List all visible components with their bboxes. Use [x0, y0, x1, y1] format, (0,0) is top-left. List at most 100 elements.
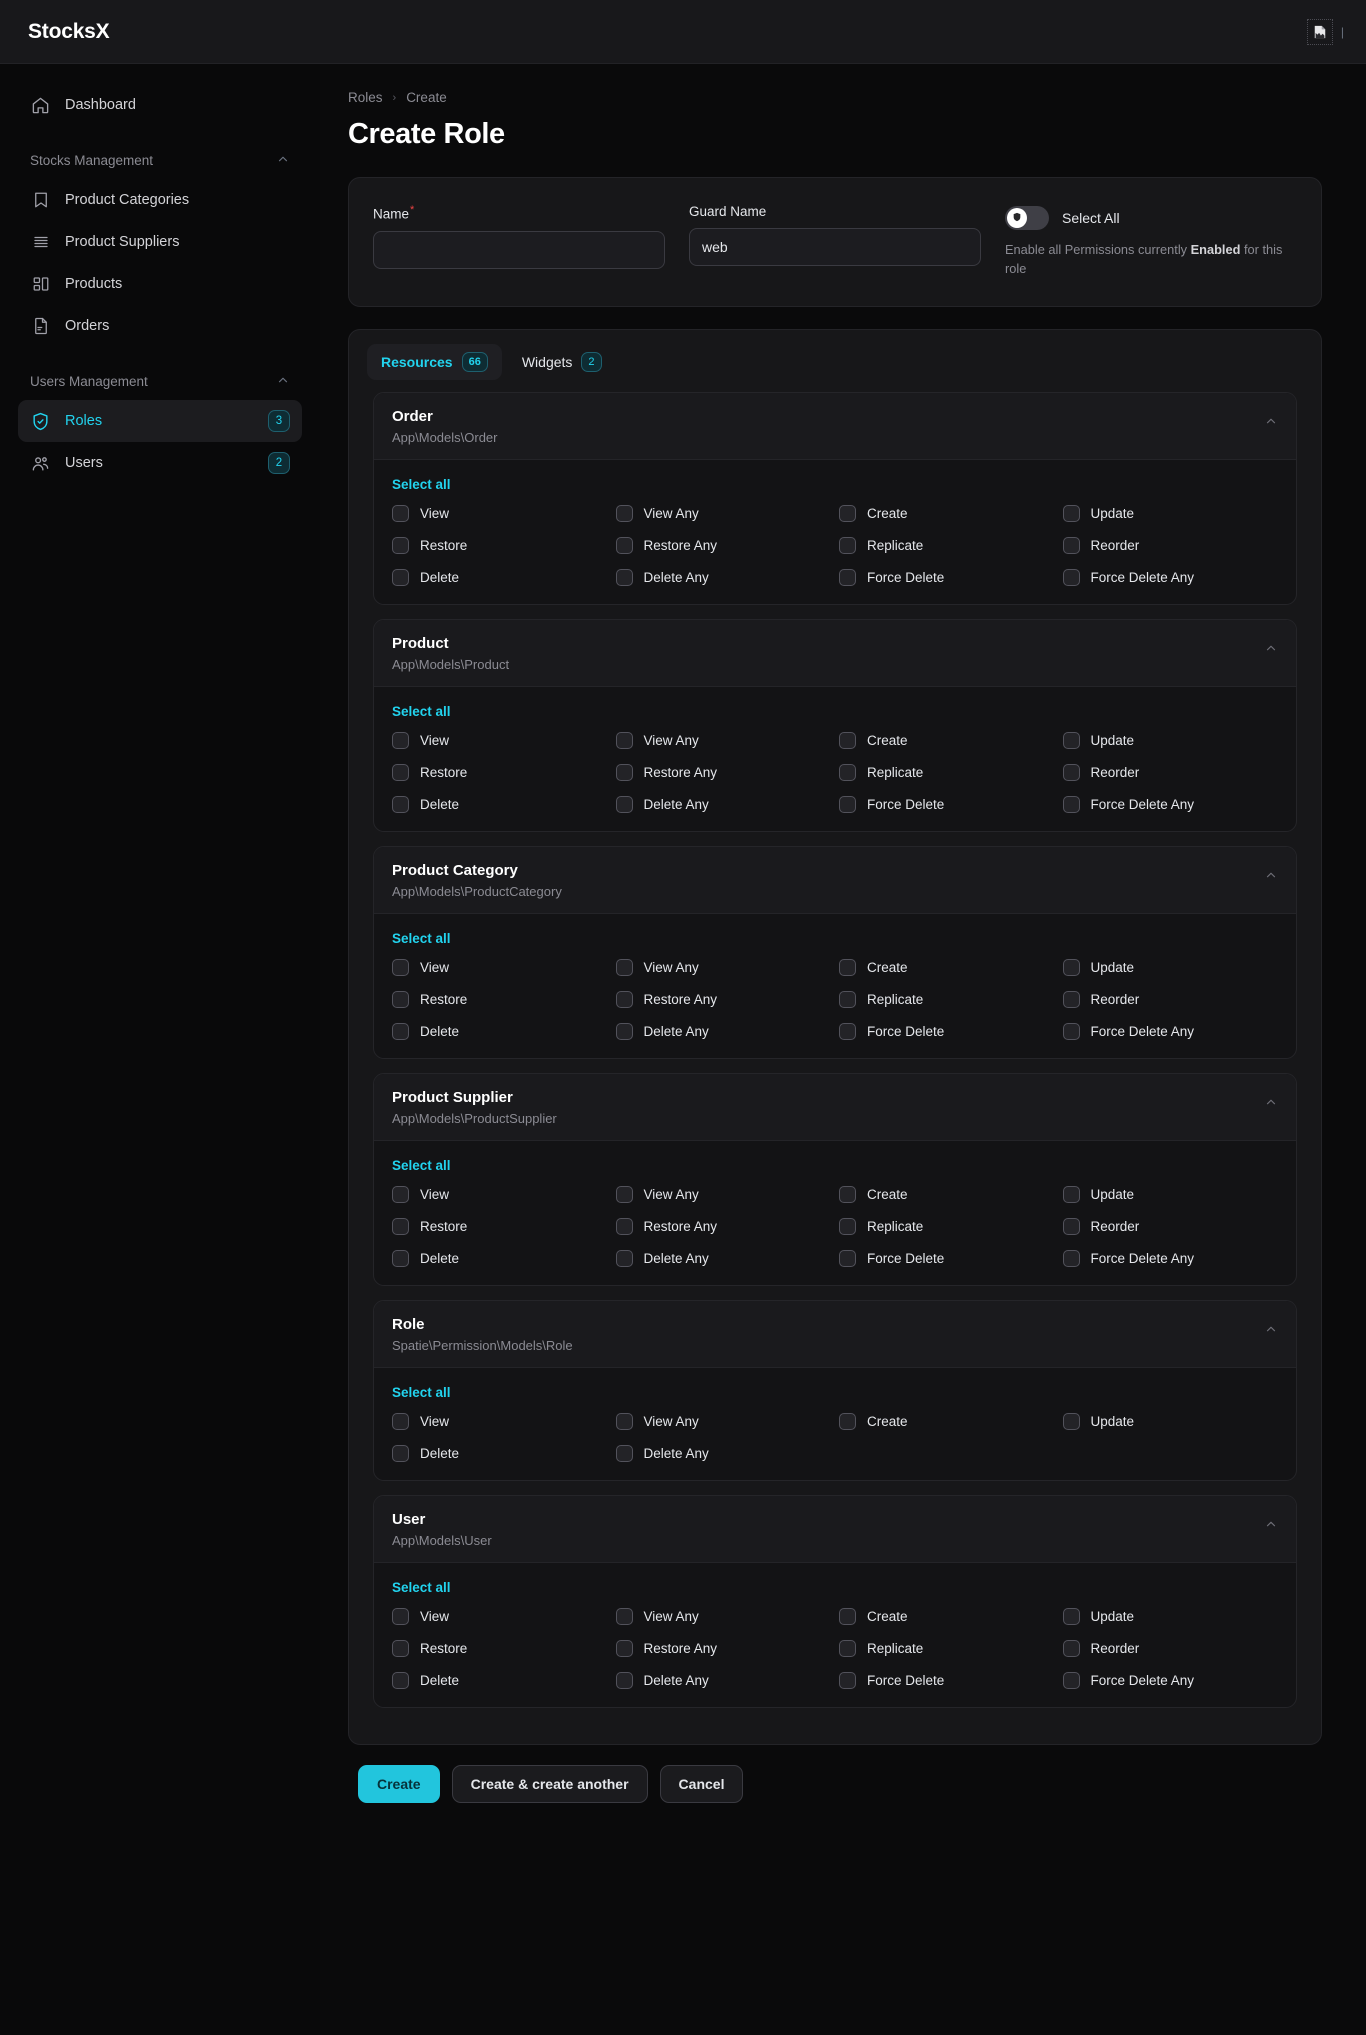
permission-checkbox-row[interactable]: Restore Any	[615, 1640, 832, 1658]
resource-section-header[interactable]: Product Supplier App\Models\ProductSuppli…	[374, 1074, 1296, 1142]
resource-section-header[interactable]: Order App\Models\Order	[374, 393, 1296, 461]
checkbox[interactable]	[839, 796, 856, 814]
sidebar-item-product-suppliers[interactable]: Product Suppliers	[18, 221, 302, 263]
permission-checkbox-row[interactable]: Delete Any	[615, 1250, 832, 1268]
create-button[interactable]: Create	[358, 1765, 440, 1804]
permission-checkbox-row[interactable]: Create	[839, 505, 1055, 523]
chevron-up-icon[interactable]	[1264, 408, 1278, 433]
resource-section-header[interactable]: User App\Models\User	[374, 1496, 1296, 1564]
name-input[interactable]	[373, 230, 665, 269]
permission-checkbox-row[interactable]: Restore	[392, 764, 608, 782]
permission-checkbox-row[interactable]: View	[392, 959, 608, 977]
checkbox[interactable]	[615, 991, 633, 1009]
permission-checkbox-row[interactable]: Update	[1062, 1608, 1279, 1626]
permission-checkbox-row[interactable]: Delete Any	[615, 1445, 832, 1463]
checkbox[interactable]	[1062, 1608, 1080, 1626]
checkbox[interactable]	[615, 1186, 633, 1204]
checkbox[interactable]	[615, 1218, 633, 1236]
checkbox[interactable]	[615, 505, 633, 523]
checkbox[interactable]	[839, 1672, 856, 1690]
permission-checkbox-row[interactable]: Force Delete Any	[1062, 1672, 1279, 1690]
checkbox[interactable]	[1062, 959, 1080, 977]
permission-checkbox-row[interactable]: Update	[1062, 959, 1279, 977]
permission-checkbox-row[interactable]: Restore Any	[615, 764, 832, 782]
permission-checkbox-row[interactable]: View Any	[615, 959, 832, 977]
resource-section-header[interactable]: Role Spatie\Permission\Models\Role	[374, 1301, 1296, 1369]
sidebar-group-stocks-management[interactable]: Stocks Management	[18, 152, 302, 169]
permission-checkbox-row[interactable]: Create	[839, 959, 1055, 977]
checkbox[interactable]	[1062, 1186, 1080, 1204]
checkbox[interactable]	[1062, 569, 1080, 587]
checkbox[interactable]	[392, 1640, 409, 1658]
permission-checkbox-row[interactable]: Force Delete	[839, 1023, 1055, 1041]
checkbox[interactable]	[392, 1445, 409, 1463]
checkbox[interactable]	[615, 1640, 633, 1658]
checkbox[interactable]	[1062, 505, 1080, 523]
permission-checkbox-row[interactable]: Force Delete	[839, 796, 1055, 814]
permission-checkbox-row[interactable]: View	[392, 1186, 608, 1204]
checkbox[interactable]	[1062, 1672, 1080, 1690]
permission-checkbox-row[interactable]: Restore	[392, 1640, 608, 1658]
checkbox[interactable]	[615, 569, 633, 587]
checkbox[interactable]	[1062, 1218, 1080, 1236]
checkbox[interactable]	[839, 732, 856, 750]
select-all-link[interactable]: Select all	[392, 1158, 451, 1173]
permission-checkbox-row[interactable]: Update	[1062, 505, 1279, 523]
checkbox[interactable]	[615, 1608, 633, 1626]
permission-checkbox-row[interactable]: Reorder	[1062, 1640, 1279, 1658]
checkbox[interactable]	[839, 1218, 856, 1236]
checkbox[interactable]	[1062, 732, 1080, 750]
checkbox[interactable]	[615, 1023, 633, 1041]
permission-checkbox-row[interactable]: Reorder	[1062, 764, 1279, 782]
checkbox[interactable]	[839, 764, 856, 782]
permission-checkbox-row[interactable]: View Any	[615, 1608, 832, 1626]
select-all-link[interactable]: Select all	[392, 704, 451, 719]
permission-checkbox-row[interactable]: Create	[839, 1413, 1055, 1431]
permission-checkbox-row[interactable]: Force Delete Any	[1062, 569, 1279, 587]
permission-checkbox-row[interactable]: Create	[839, 1186, 1055, 1204]
sidebar-item-product-categories[interactable]: Product Categories	[18, 179, 302, 221]
checkbox[interactable]	[839, 1608, 856, 1626]
permission-checkbox-row[interactable]: Reorder	[1062, 991, 1279, 1009]
checkbox[interactable]	[615, 1250, 633, 1268]
permission-checkbox-row[interactable]: Replicate	[839, 764, 1055, 782]
permission-checkbox-row[interactable]: Update	[1062, 1413, 1279, 1431]
chevron-up-icon[interactable]	[1264, 1511, 1278, 1536]
tab-widgets[interactable]: Widgets 2	[508, 344, 616, 380]
checkbox[interactable]	[392, 1608, 409, 1626]
checkbox[interactable]	[839, 569, 856, 587]
checkbox[interactable]	[615, 959, 633, 977]
permission-checkbox-row[interactable]: Replicate	[839, 991, 1055, 1009]
checkbox[interactable]	[839, 1640, 856, 1658]
checkbox[interactable]	[392, 1250, 409, 1268]
tab-resources[interactable]: Resources 66	[367, 344, 502, 381]
checkbox[interactable]	[392, 959, 409, 977]
permission-checkbox-row[interactable]: Replicate	[839, 1218, 1055, 1236]
checkbox[interactable]	[392, 764, 409, 782]
checkbox[interactable]	[1062, 537, 1080, 555]
permission-checkbox-row[interactable]: View Any	[615, 1186, 832, 1204]
checkbox[interactable]	[615, 1672, 633, 1690]
create-and-create-another-button[interactable]: Create & create another	[451, 1765, 648, 1804]
sidebar-item-dashboard[interactable]: Dashboard	[18, 84, 302, 126]
broken-image-icon[interactable]	[1306, 18, 1333, 45]
breadcrumb-roles[interactable]: Roles	[348, 90, 383, 105]
permission-checkbox-row[interactable]: Delete	[392, 1445, 608, 1463]
sidebar-item-roles[interactable]: Roles 3	[18, 400, 302, 442]
checkbox[interactable]	[1062, 1023, 1080, 1041]
permission-checkbox-row[interactable]: Delete Any	[615, 1672, 832, 1690]
select-all-link[interactable]: Select all	[392, 477, 451, 492]
permission-checkbox-row[interactable]: Reorder	[1062, 1218, 1279, 1236]
permission-checkbox-row[interactable]: Restore Any	[615, 1218, 832, 1236]
permission-checkbox-row[interactable]: View	[392, 732, 608, 750]
chevron-up-icon[interactable]	[1264, 1316, 1278, 1341]
permission-checkbox-row[interactable]: View Any	[615, 1413, 832, 1431]
checkbox[interactable]	[615, 537, 633, 555]
checkbox[interactable]	[1062, 1250, 1080, 1268]
checkbox[interactable]	[392, 569, 409, 587]
permission-checkbox-row[interactable]: Force Delete Any	[1062, 796, 1279, 814]
checkbox[interactable]	[839, 1413, 856, 1431]
chevron-up-icon[interactable]	[1264, 635, 1278, 660]
resource-section-header[interactable]: Product App\Models\Product	[374, 620, 1296, 688]
permission-checkbox-row[interactable]: Delete Any	[615, 569, 832, 587]
